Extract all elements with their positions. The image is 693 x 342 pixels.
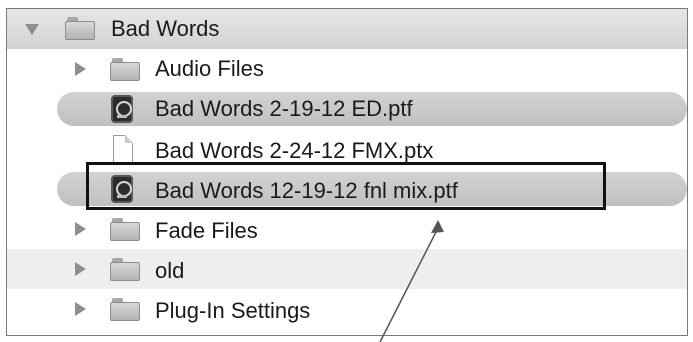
pro-tools-session-icon [111,175,133,203]
file-row-ed-ptf[interactable]: Bad Words 2-19-12 ED.ptf [7,89,687,129]
document-icon [113,135,133,163]
list-item-label: Bad Words 2-19-12 ED.ptf [155,96,413,121]
list-item-label: Bad Words 12-19-12 fnl mix.ptf [155,178,458,203]
folder-icon [110,58,140,81]
list-item-label: Plug-In Settings [155,298,311,323]
disclosure-triangle-right-icon[interactable] [75,222,86,236]
list-item-label: Bad Words 2-24-12 FMX.ptx [155,138,434,163]
file-row-fmx-ptx[interactable]: Bad Words 2-24-12 FMX.ptx [7,129,687,169]
folder-icon [110,218,140,241]
folder-name: Bad Words [111,16,220,41]
list-item-label: Fade Files [155,218,258,243]
folder-row-fade-files[interactable]: Fade Files [7,209,687,249]
disclosure-triangle-down-icon[interactable] [25,24,39,35]
list-item-label: old [155,258,185,283]
folder-row-bad-words[interactable]: Bad Words [7,9,687,49]
pro-tools-session-icon [111,95,133,123]
folder-row-old[interactable]: old [7,249,687,289]
disclosure-triangle-right-icon[interactable] [75,262,86,276]
folder-row-audio-files[interactable]: Audio Files [7,49,687,89]
file-row-fnl-mix-ptf[interactable]: Bad Words 12-19-12 fnl mix.ptf [7,169,687,209]
folder-icon [65,17,95,40]
disclosure-triangle-right-icon[interactable] [75,302,86,316]
disclosure-triangle-right-icon[interactable] [75,62,86,76]
list-item-label: Audio Files [155,56,264,81]
folder-icon [110,298,140,321]
folder-icon [110,258,140,281]
folder-row-plug-in-settings[interactable]: Plug-In Settings [7,289,687,329]
finder-list-view: Bad Words Audio Files Bad Words 2-19-12 … [6,8,688,336]
